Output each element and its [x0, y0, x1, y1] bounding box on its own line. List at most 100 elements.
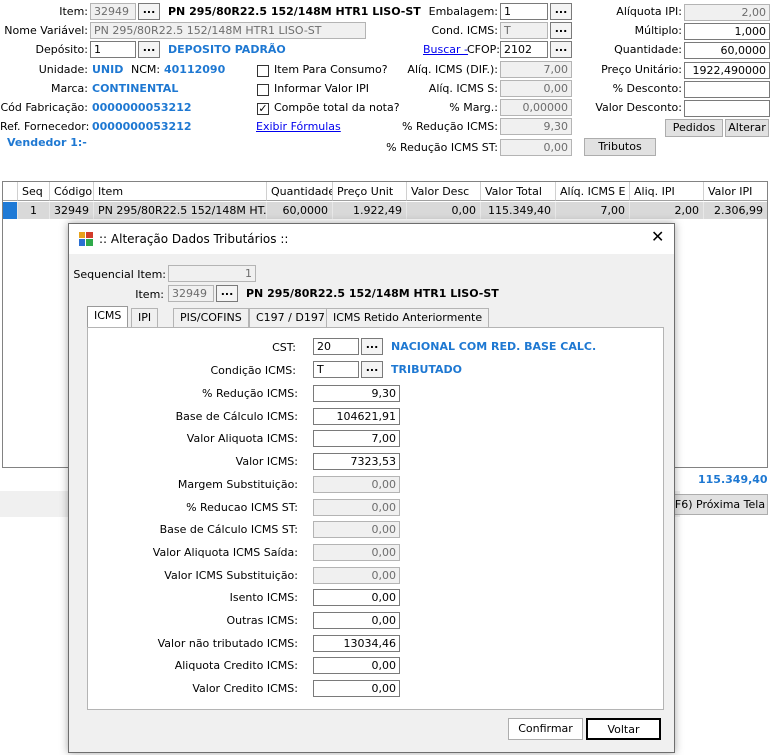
informar-ipi-checkbox[interactable]: [257, 84, 269, 96]
aliq-icms-s-field[interactable]: 0,00: [500, 80, 572, 97]
desconto-pct-field[interactable]: [684, 81, 770, 98]
table-cell[interactable]: 115.349,40: [481, 202, 556, 219]
cst-lookup-button[interactable]: ...: [361, 338, 383, 355]
item-label: Item:: [59, 5, 88, 18]
tab-c197-d197[interactable]: C197 / D197: [249, 308, 332, 327]
vendedor-label: Vendedor 1:-: [7, 136, 87, 149]
informar-ipi-label: Informar Valor IPI: [274, 82, 369, 95]
tab-icms[interactable]: ICMS: [87, 306, 129, 328]
field-value[interactable]: 0,00: [313, 476, 400, 493]
voltar-button[interactable]: Voltar: [586, 718, 661, 740]
table-cell[interactable]: 2,00: [630, 202, 704, 219]
preco-unitario-label: Preço Unitário:: [601, 63, 682, 76]
quantidade-field[interactable]: 60,0000: [684, 42, 770, 59]
field-value[interactable]: 104621,91: [313, 408, 400, 425]
table-cell[interactable]: 0,00: [407, 202, 481, 219]
grand-total-value: 115.349,40: [698, 473, 768, 486]
pedidos-button[interactable]: Pedidos: [665, 119, 723, 137]
valor-desconto-label: Valor Desconto:: [595, 101, 682, 114]
dialog-item-code-field[interactable]: 32949: [168, 285, 214, 302]
field-value[interactable]: 0,00: [313, 544, 400, 561]
col-header-valor-ipi[interactable]: Valor IPI: [704, 182, 767, 201]
nome-variavel-label: Nome Variável:: [4, 24, 88, 37]
close-icon[interactable]: ✕: [651, 228, 664, 246]
dialog-titlebar[interactable]: :: Alteração Dados Tributários :: ✕: [69, 224, 674, 254]
field-value[interactable]: 0,00: [313, 521, 400, 538]
item-lookup-button[interactable]: ...: [138, 3, 160, 20]
compoe-total-checkbox[interactable]: ✓: [257, 103, 269, 115]
embalagem-lookup-button[interactable]: ...: [550, 3, 572, 20]
col-header-aliq-ipi[interactable]: Aliq. IPI: [630, 182, 704, 201]
field-value[interactable]: 7,00: [313, 430, 400, 447]
field-value[interactable]: 9,30: [313, 385, 400, 402]
col-header-valor-total[interactable]: Valor Total: [481, 182, 556, 201]
multiplo-field[interactable]: 1,000: [684, 23, 770, 40]
table-cell[interactable]: 1: [18, 202, 50, 219]
field-label: Valor Aliquota ICMS:: [186, 432, 298, 445]
exibir-formulas-link[interactable]: Exibir Fórmulas: [256, 120, 341, 133]
deposito-lookup-button[interactable]: ...: [138, 41, 160, 58]
reducao-icms-st-label: % Redução ICMS ST:: [386, 141, 498, 154]
tab-pis-cofins[interactable]: PIS/COFINS: [173, 308, 249, 327]
field-value[interactable]: 0,00: [313, 657, 400, 674]
field-value[interactable]: 0,00: [313, 567, 400, 584]
table-cell[interactable]: 1.922,49: [333, 202, 407, 219]
table-cell[interactable]: PN 295/80R22.5 152/148M HT...: [94, 202, 267, 219]
tributos-button[interactable]: Tributos: [584, 138, 656, 156]
col-header-seq[interactable]: Seq: [18, 182, 50, 201]
condicao-icms-lookup-button[interactable]: ...: [361, 361, 383, 378]
cfop-lookup-button[interactable]: ...: [550, 41, 572, 58]
field-value[interactable]: 0,00: [313, 612, 400, 629]
nome-variavel-field[interactable]: PN 295/80R22.5 152/148M HTR1 LISO-ST: [90, 22, 366, 39]
cond-icms-field[interactable]: T: [500, 22, 548, 39]
ref-fornecedor-value: 0000000053212: [92, 120, 192, 133]
field-value[interactable]: 0,00: [313, 499, 400, 516]
cod-fabricacao-value: 0000000053212: [92, 101, 192, 114]
cfop-field[interactable]: 2102: [500, 41, 548, 58]
field-value[interactable]: 0,00: [313, 680, 400, 697]
cst-field[interactable]: 20: [313, 338, 359, 355]
aliq-icms-dif-field[interactable]: 7,00: [500, 61, 572, 78]
confirmar-button[interactable]: Confirmar: [508, 718, 583, 740]
table-cell[interactable]: 2.306,99: [704, 202, 767, 219]
item-consumo-checkbox[interactable]: [257, 65, 269, 77]
embalagem-field[interactable]: 1: [500, 3, 548, 20]
cfop-label: CFOP:: [467, 43, 501, 56]
item-code-field[interactable]: 32949: [90, 3, 136, 20]
reducao-icms-st-field[interactable]: 0,00: [500, 139, 572, 156]
field-label: Outras ICMS:: [226, 614, 298, 627]
tab-icms-retido[interactable]: ICMS Retido Anteriormente: [326, 308, 490, 327]
col-header-valor-desc[interactable]: Valor Desc: [407, 182, 481, 201]
alterar-button[interactable]: Alterar: [725, 119, 769, 137]
table-cell[interactable]: 32949: [50, 202, 94, 219]
field-value[interactable]: 7323,53: [313, 453, 400, 470]
col-header-item[interactable]: Item: [94, 182, 267, 201]
margem-field[interactable]: 0,00000: [500, 99, 572, 116]
sequencial-field[interactable]: 1: [168, 265, 256, 282]
aliquota-ipi-field[interactable]: 2,00: [684, 4, 770, 21]
tab-ipi[interactable]: IPI: [131, 308, 159, 327]
buscar-cfop-link[interactable]: Buscar -: [423, 43, 468, 56]
row-selector[interactable]: [3, 202, 18, 219]
col-header-aliq-icms-e[interactable]: Alíq. ICMS E: [556, 182, 630, 201]
quantidade-label: Quantidade:: [614, 43, 682, 56]
app-icon: [79, 232, 93, 246]
field-label: Valor não tributado ICMS:: [157, 637, 298, 650]
table-cell[interactable]: 7,00: [556, 202, 630, 219]
cond-icms-lookup-button[interactable]: ...: [550, 22, 572, 39]
col-header-quantidade[interactable]: Quantidade: [267, 182, 333, 201]
aliq-icms-dif-label: Alíq. ICMS (DIF.):: [407, 63, 498, 76]
preco-unitario-field[interactable]: 1922,490000: [684, 62, 770, 79]
col-header-preco-unit[interactable]: Preço Unit: [333, 182, 407, 201]
field-label: Margem Substituição:: [177, 478, 298, 491]
valor-desconto-field[interactable]: [684, 100, 770, 117]
deposito-field[interactable]: 1: [90, 41, 136, 58]
condicao-icms-field[interactable]: T: [313, 361, 359, 378]
table-cell[interactable]: 60,0000: [267, 202, 333, 219]
dialog-item-lookup-button[interactable]: ...: [216, 285, 238, 302]
col-header-codigo[interactable]: Código: [50, 182, 94, 201]
field-value[interactable]: 13034,46: [313, 635, 400, 652]
reducao-icms-field[interactable]: 9,30: [500, 118, 572, 135]
field-value[interactable]: 0,00: [313, 589, 400, 606]
proxima-tela-button[interactable]: F6) Próxima Tela: [672, 494, 768, 515]
